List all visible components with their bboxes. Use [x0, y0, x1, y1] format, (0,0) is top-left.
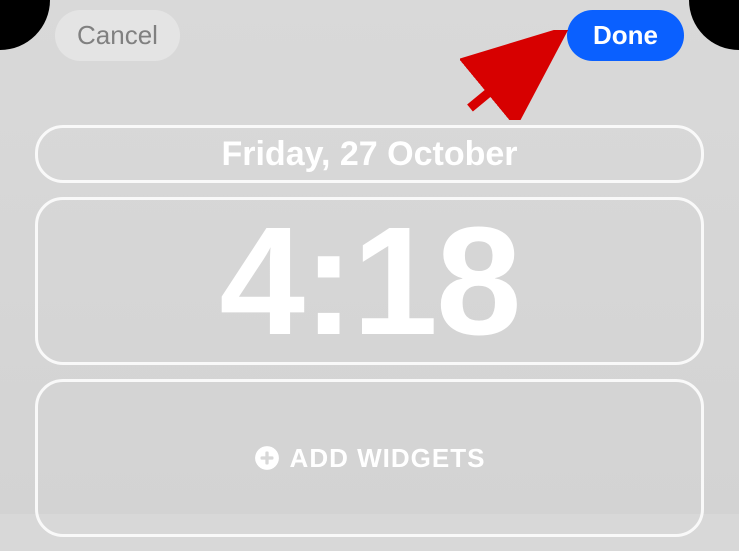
add-widgets-panel[interactable]: ADD WIDGETS [35, 379, 704, 537]
date-text: Friday, 27 October [221, 135, 517, 174]
time-text: 4:18 [219, 204, 519, 358]
cancel-button[interactable]: Cancel [55, 10, 180, 61]
content-area: Friday, 27 October 4:18 ADD WIDGETS [35, 125, 704, 551]
date-panel[interactable]: Friday, 27 October [35, 125, 704, 183]
add-widgets-label: ADD WIDGETS [290, 443, 486, 474]
lockscreen-editor: Cancel Done Friday, 27 October 4:18 [0, 0, 739, 514]
done-button[interactable]: Done [567, 10, 684, 61]
plus-circle-icon [254, 445, 280, 471]
time-panel[interactable]: 4:18 [35, 197, 704, 365]
top-bar: Cancel Done [0, 10, 739, 61]
